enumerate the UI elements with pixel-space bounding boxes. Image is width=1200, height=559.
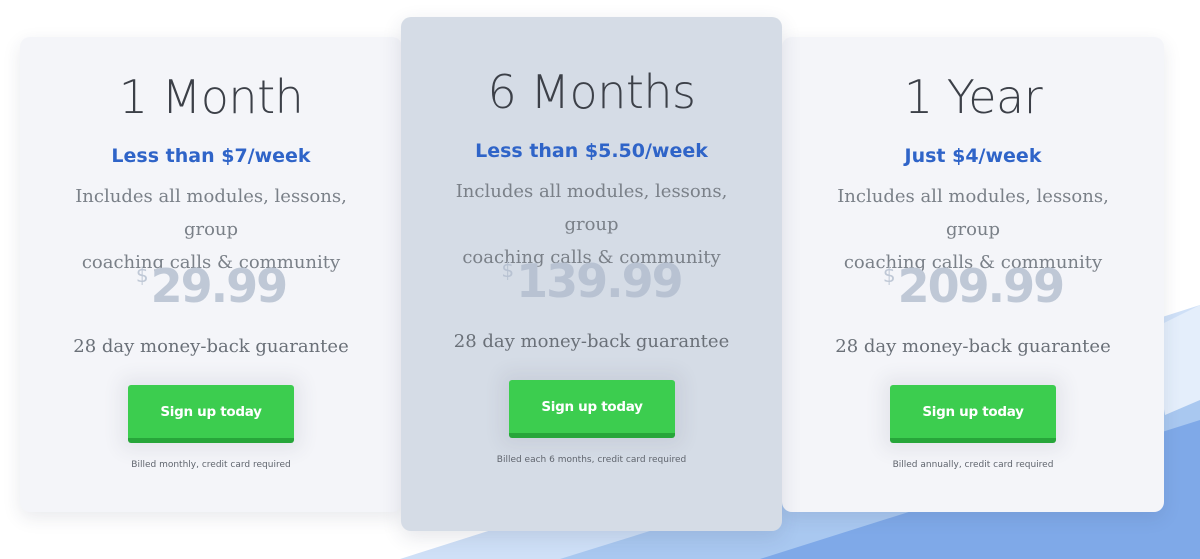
guarantee-text: 28 day money-back guarantee	[835, 336, 1111, 357]
plan-description-line-1: Includes all modules, lessons, group	[455, 181, 728, 235]
sign-up-button-1-year[interactable]: Sign up today	[890, 385, 1056, 443]
plan-card-1-month: 1 Month Less than $7/week Includes all m…	[20, 37, 402, 512]
currency-symbol: $	[882, 263, 896, 287]
plan-card-1-year: 1 Year Just $4/week Includes all modules…	[782, 37, 1164, 512]
currency-symbol: $	[135, 263, 149, 287]
billing-note: Billed monthly, credit card required	[131, 460, 291, 470]
plan-card-6-months: 6 Months Less than $5.50/week Includes a…	[401, 17, 782, 531]
guarantee-text: 28 day money-back guarantee	[453, 331, 730, 352]
price-amount: 139.99	[516, 254, 684, 308]
sign-up-button-6-months[interactable]: Sign up today	[509, 380, 675, 438]
plan-weekly-price: Less than $5.50/week	[475, 140, 708, 162]
plan-price: $29.99	[20, 259, 402, 313]
plan-title: 1 Year	[903, 70, 1043, 124]
billing-note: Billed annually, credit card required	[892, 460, 1054, 470]
billing-note: Billed each 6 months, credit card requir…	[496, 455, 687, 465]
plan-description-line-1: Includes all modules, lessons, group	[75, 186, 347, 240]
plan-title: 6 Months	[487, 65, 696, 119]
plan-description-line-1: Includes all modules, lessons, group	[837, 186, 1109, 240]
plan-price: $209.99	[782, 259, 1164, 313]
price-amount: 209.99	[897, 259, 1066, 313]
sign-up-button-1-month[interactable]: Sign up today	[128, 385, 294, 443]
plan-weekly-price: Less than $7/week	[111, 145, 311, 167]
plan-price: $139.99	[401, 254, 782, 308]
plan-title: 1 Month	[118, 70, 304, 124]
plan-weekly-price: Just $4/week	[904, 145, 1042, 167]
guarantee-text: 28 day money-back guarantee	[73, 336, 349, 357]
price-amount: 29.99	[150, 259, 289, 313]
currency-symbol: $	[501, 258, 515, 282]
